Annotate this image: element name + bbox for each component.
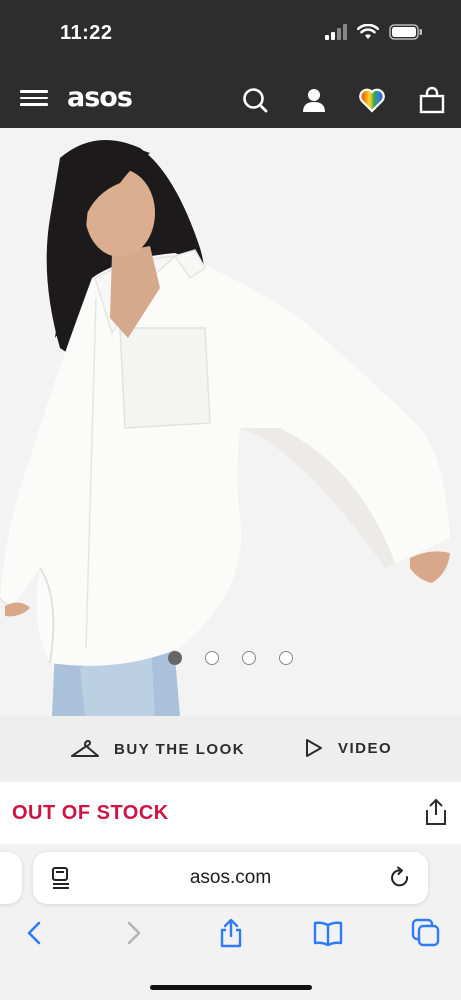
hanger-icon — [71, 740, 99, 757]
product-image[interactable] — [0, 128, 461, 716]
menu-button[interactable] — [20, 86, 48, 112]
reload-icon[interactable] — [388, 866, 412, 890]
asos-logo[interactable]: asos — [67, 82, 133, 113]
browser-toolbar: asos.com — [0, 844, 461, 1000]
video-label: VIDEO — [338, 739, 393, 757]
url-text: asos.com — [189, 867, 272, 888]
share-icon[interactable] — [216, 918, 246, 948]
saved-items-heart-icon[interactable] — [358, 86, 386, 114]
tabs-icon[interactable] — [411, 918, 441, 948]
play-icon — [306, 739, 322, 757]
battery-icon — [389, 24, 422, 40]
bookmarks-icon[interactable] — [313, 918, 343, 948]
buy-the-look-button[interactable]: BUY THE LOOK — [70, 738, 245, 760]
carousel-dot-3[interactable] — [242, 651, 256, 665]
carousel-dot-4[interactable] — [279, 651, 293, 665]
look-actions-bar: BUY THE LOOK VIDEO — [0, 716, 461, 782]
image-carousel-dots — [0, 651, 461, 665]
model-white-shirt-photo — [0, 128, 461, 716]
site-header: asos — [0, 70, 461, 128]
status-icons — [325, 24, 423, 40]
carousel-dot-2[interactable] — [205, 651, 219, 665]
share-icon[interactable] — [423, 798, 449, 826]
previous-tab-preview[interactable] — [0, 852, 22, 904]
status-bar: 11:22 — [0, 0, 461, 70]
address-bar[interactable]: asos.com — [33, 852, 428, 904]
video-button[interactable]: VIDEO — [304, 738, 392, 758]
account-icon[interactable] — [300, 86, 328, 114]
buy-the-look-label: BUY THE LOOK — [114, 740, 246, 758]
search-icon[interactable] — [241, 86, 269, 114]
wifi-icon — [357, 24, 379, 39]
stock-status-row: OUT OF STOCK — [0, 782, 461, 844]
menu-icon-line — [20, 90, 48, 93]
back-icon[interactable] — [20, 918, 50, 948]
bag-icon[interactable] — [418, 86, 446, 114]
forward-icon — [127, 921, 141, 945]
home-indicator[interactable] — [150, 985, 312, 990]
status-time: 11:22 — [60, 22, 113, 44]
carousel-dot-1[interactable] — [168, 651, 182, 665]
menu-icon-line — [20, 103, 48, 106]
menu-icon-line — [20, 96, 48, 99]
stock-status: OUT OF STOCK — [12, 802, 169, 824]
cellular-signal-icon — [325, 24, 347, 40]
